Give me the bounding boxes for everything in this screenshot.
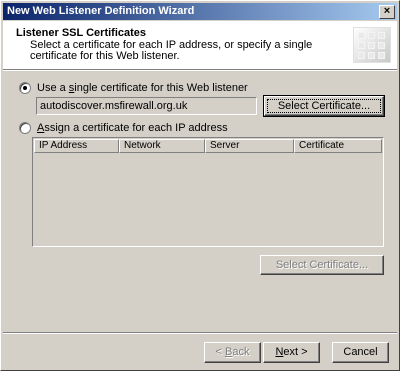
- assign-per-ip-label[interactable]: Assign a certificate for each IP address: [37, 122, 228, 134]
- wizard-window: New Web Listener Definition Wizard × Lis…: [0, 0, 400, 371]
- assign-per-ip-radio[interactable]: [19, 122, 31, 134]
- wizard-graphic-icon: [353, 27, 391, 63]
- ip-certificate-table[interactable]: IP Address Network Server Certificate: [32, 137, 384, 247]
- window-title: New Web Listener Definition Wizard: [7, 5, 195, 17]
- table-body[interactable]: [34, 154, 382, 245]
- certificate-name-field: autodiscover.msfirewall.org.uk: [36, 97, 257, 115]
- single-certificate-label[interactable]: Use a single certificate for this Web li…: [37, 82, 248, 94]
- single-certificate-radio[interactable]: [19, 82, 31, 94]
- title-bar[interactable]: New Web Listener Definition Wizard ×: [3, 3, 397, 20]
- column-header-certificate[interactable]: Certificate: [294, 139, 382, 153]
- page-title: Listener SSL Certificates: [16, 27, 147, 39]
- column-header-network[interactable]: Network: [119, 139, 205, 153]
- column-header-ip-address[interactable]: IP Address: [34, 139, 119, 153]
- back-button[interactable]: < Back: [204, 342, 261, 363]
- select-certificate-per-ip-button[interactable]: Select Certificate...: [260, 255, 384, 275]
- table-header: IP Address Network Server Certificate: [34, 139, 382, 153]
- page-subtitle: Select a certificate for each IP address…: [30, 39, 313, 62]
- column-header-server[interactable]: Server: [205, 139, 294, 153]
- radio-selected-dot: [23, 86, 27, 90]
- next-button[interactable]: Next >: [263, 342, 320, 363]
- header-divider: [3, 69, 397, 71]
- select-certificate-button[interactable]: Select Certificate...: [263, 95, 385, 117]
- cancel-button[interactable]: Cancel: [332, 342, 389, 363]
- wizard-header: Listener SSL Certificates Select a certi…: [3, 21, 397, 69]
- close-button[interactable]: ×: [379, 5, 395, 19]
- footer-divider: [3, 332, 397, 334]
